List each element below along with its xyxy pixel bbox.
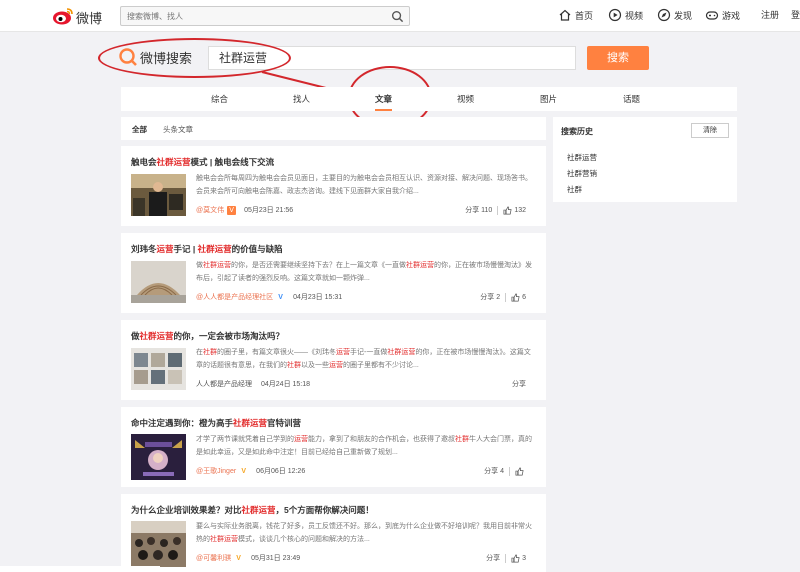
article-time: 06月06日 12:26 [256,468,306,475]
article-card[interactable]: 触电会社群运营模式 | 触电会线下交流 触电会会所每周四为触电会会员见面日，主要… [121,146,546,226]
register-label: 注册 [761,10,780,20]
article-meta: 人人都是产品经理 04月24日 15:18 [196,379,310,389]
article-time: 05月23日 21:56 [244,207,294,214]
register-link[interactable]: 注册 [761,8,779,21]
share-button[interactable]: 分享 [512,379,526,389]
like-icon[interactable] [515,467,524,476]
home-icon [559,9,571,21]
nav-games[interactable]: 游戏 [705,8,740,22]
compass-icon [657,8,671,22]
tab-videos[interactable]: 视频 [457,87,474,111]
search-history-panel: 搜索历史 清除 社群运营 社群营销 社群 [553,117,737,202]
article-stats: 分享 110 132 [465,205,526,215]
logo-text: 微博 [76,12,103,27]
article-thumbnail[interactable] [131,174,186,216]
verified-badge-icon: V [236,554,241,562]
article-card[interactable]: 刘玮冬运营手记 | 社群运营的价值与缺陷 做社群运营的你，是否还需要继续坚持下去… [121,233,546,313]
tab-images[interactable]: 图片 [540,87,557,111]
top-search-box [120,6,410,26]
weibo-logo[interactable]: 微博 [52,5,104,27]
article-time: 05月31日 23:49 [251,555,301,562]
article-thumbnail[interactable] [131,261,186,303]
article-author[interactable]: 人人都是产品经理 [196,379,252,389]
top-search-input[interactable] [121,7,381,25]
nav-home[interactable]: 首页 [558,8,593,22]
annotation-circle-search [98,38,291,78]
article-stats: 分享 2 6 [480,292,526,302]
search-button[interactable]: 搜索 [587,46,649,70]
filter-headline[interactable]: 头条文章 [163,124,193,135]
like-icon[interactable] [503,206,512,215]
like-count: 132 [514,206,526,214]
nav-games-label: 游戏 [722,10,741,21]
article-time: 04月24日 15:18 [261,381,311,388]
filter-all[interactable]: 全部 [132,124,147,135]
clear-history-button[interactable]: 清除 [691,123,729,138]
tab-topics[interactable]: 话题 [623,87,640,111]
tab-articles[interactable]: 文章 [375,87,393,111]
history-item[interactable]: 社群营销 [567,168,597,179]
verified-badge-icon: V [278,293,283,301]
article-stats: 分享 4 [484,466,526,476]
search-history-title: 搜索历史 [561,127,593,136]
article-stats: 分享 3 [486,553,526,563]
gamepad-icon [705,11,719,20]
article-title[interactable]: 为什么企业培训效果差？对比社群运营，5个方面帮你解决问题！ [131,504,374,516]
article-thumbnail[interactable] [131,521,186,567]
like-icon[interactable] [511,293,520,302]
tab-comprehensive[interactable]: 综合 [211,87,228,111]
article-title[interactable]: 触电会社群运营模式 | 触电会线下交流 [131,156,274,168]
share-button[interactable]: 分享 [486,553,500,563]
share-button[interactable]: 分享 4 [484,466,504,476]
article-meta: @人人都是产品经理社区 V 04月23日 15:31 [196,292,342,302]
article-title[interactable]: 刘玮冬运营手记 | 社群运营的价值与缺陷 [131,243,283,255]
like-count: 6 [522,293,526,301]
history-item[interactable]: 社群运营 [567,152,597,163]
search-icon[interactable] [391,10,404,23]
nav-video-label: 视频 [625,10,644,21]
login-link[interactable]: 登 [791,8,800,21]
article-meta: @王歌Jinger V 06月06日 12:26 [196,466,305,476]
top-navigation-bar: 微博 首页 视频 发现 游戏 注册 登 [0,0,800,32]
status-strip [0,566,160,572]
article-stats: 分享 [512,379,526,389]
article-author[interactable]: @莫文伟 [196,205,224,215]
article-author[interactable]: @人人都是产品经理社区 [196,292,273,302]
share-button[interactable]: 分享 110 [465,205,492,215]
article-author[interactable]: @王歌Jinger [196,466,236,476]
verified-badge-icon: V [227,205,237,215]
article-time: 04月23日 15:31 [293,294,343,301]
nav-video[interactable]: 视频 [608,8,643,22]
article-card[interactable]: 命中注定遇到你：橙为高手社群运营官特训营 才学了两节课就凭着自己学到的运营能力，… [121,407,546,487]
history-item[interactable]: 社群 [567,184,582,195]
article-meta: @莫文伟 V 05月23日 21:56 [196,205,293,215]
article-author[interactable]: @可馨利骐 [196,553,231,563]
article-card[interactable]: 为什么企业培训效果差？对比社群运营，5个方面帮你解决问题！ 要么与实际业务脱离，… [121,494,546,572]
nav-discover[interactable]: 发现 [657,8,692,22]
weibo-eye-icon [53,8,73,25]
like-count: 3 [522,554,526,562]
share-button[interactable]: 分享 2 [480,292,500,302]
filter-bar: 全部 头条文章 [121,117,546,140]
login-label: 登 [791,10,800,20]
tab-people[interactable]: 找人 [293,87,310,111]
search-type-tabs: 综合 找人 文章 视频 图片 话题 [121,87,737,111]
article-thumbnail[interactable] [131,348,186,390]
video-icon [608,8,622,22]
article-meta: @可馨利骐 V 05月31日 23:49 [196,553,300,563]
nav-home-label: 首页 [575,10,594,21]
article-results: 全部 头条文章 触电会社群运营模式 | 触电会线下交流 触电会会所每周四为触电会… [121,117,546,572]
article-card[interactable]: 做社群运营的你，一定会被市场淘汰吗？ 在社群的圈子里，有篇文章很火——《刘玮冬运… [121,320,546,400]
like-icon[interactable] [511,554,520,563]
article-title[interactable]: 命中注定遇到你：橙为高手社群运营官特训营 [131,417,301,429]
verified-badge-icon: V [241,467,246,475]
nav-discover-label: 发现 [674,10,693,21]
article-title[interactable]: 做社群运营的你，一定会被市场淘汰吗？ [131,330,284,342]
article-thumbnail[interactable] [131,434,186,480]
